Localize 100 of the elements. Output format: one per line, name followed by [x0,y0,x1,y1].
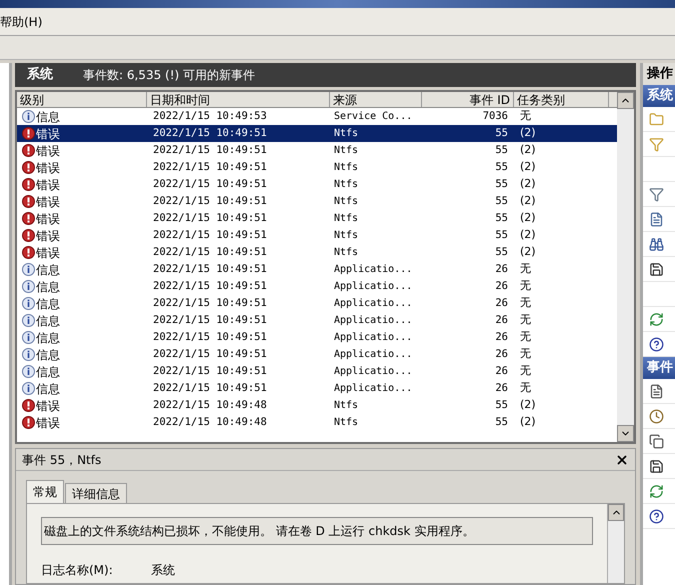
event-row[interactable]: 信息 2022/1/15 10:49:51 Applicatio... 26 无 [17,261,617,278]
category-cell-text: (2) [519,397,537,414]
event-row[interactable]: 信息 2022/1/15 10:49:51 Applicatio... 26 无 [17,363,617,380]
event-id-cell-text: 55 [494,126,509,141]
column-header[interactable]: 级别 [17,92,147,107]
category-cell-text: 无 [519,278,532,294]
error-icon [22,178,35,191]
event-row[interactable]: 错误 2022/1/15 10:49:51 Ntfs 55 (2) [17,193,617,210]
save-icon[interactable] [649,458,664,474]
refresh-icon[interactable] [649,312,664,326]
source-cell-text: Ntfs [333,229,360,243]
event-row[interactable]: 错误 2022/1/15 10:49:51 Ntfs 55 (2) [17,125,617,142]
event-row[interactable]: 信息 2022/1/15 10:49:51 Applicatio... 26 无 [17,329,617,346]
scrollbar[interactable] [607,504,624,583]
column-header[interactable]: 事件 ID [422,92,514,107]
event-id-cell-text: 55 [494,398,509,413]
tab[interactable]: 详细信息 [65,483,127,503]
category-cell-text: 无 [519,108,532,124]
source-cell-text: Applicatio... [333,297,414,311]
category-cell-text: (2) [519,193,537,210]
field-value: 系统 [151,562,175,579]
level-text: 信息 [36,278,60,296]
source-cell-text: Ntfs [333,127,360,141]
category-cell-text: (2) [519,125,537,142]
event-row[interactable]: 信息 2022/1/15 10:49:51 Applicatio... 26 无 [17,278,617,295]
datetime-cell-text: 2022/1/15 10:49:48 [152,398,268,413]
event-id-cell-text: 55 [494,210,509,226]
datetime-cell-text: 2022/1/15 10:49:51 [152,244,268,260]
section-header[interactable]: 系统 [643,85,675,107]
source-cell-text: Ntfs [333,195,360,209]
category-cell-text: (2) [519,210,537,226]
column-header[interactable]: 来源 [330,92,422,107]
document-icon[interactable] [649,384,664,398]
level-text: 错误 [36,126,60,142]
binoculars-icon[interactable] [649,236,664,252]
clock-icon[interactable] [649,408,664,424]
column-header[interactable]: 日期和时间 [147,92,330,107]
event-id-cell-text: 55 [494,194,509,209]
event-row[interactable]: 错误 2022/1/15 10:49:51 Ntfs 55 (2) [17,176,617,193]
close-icon[interactable] [615,452,629,466]
help-icon[interactable] [649,336,664,352]
event-row[interactable]: 错误 2022/1/15 10:49:51 Ntfs 55 (2) [17,142,617,159]
level-text: 信息 [36,108,60,126]
event-id-cell-text: 26 [494,278,509,294]
info-icon [22,110,35,123]
document-icon[interactable] [649,212,664,226]
source-cell-text: Service Co... [333,110,414,124]
message-box: 磁盘上的文件系统结构已损坏，不能使用。 请在卷 D 上运行 chkdsk 实用程序。 [41,517,593,545]
datetime-cell-text: 2022/1/15 10:49:51 [152,142,268,158]
level-text: 错误 [36,228,60,244]
scrollbar[interactable] [617,92,634,442]
event-row[interactable]: 错误 2022/1/15 10:49:48 Ntfs 55 (2) [17,397,617,414]
category-cell-text: (2) [519,227,537,244]
level-text: 信息 [36,312,60,330]
detail-title: 事件 55，Ntfs [22,452,102,468]
source-cell-text: Applicatio... [333,314,414,328]
event-row[interactable]: 信息 2022/1/15 10:49:51 Applicatio... 26 无 [17,346,617,363]
save-icon[interactable] [649,262,664,276]
event-row[interactable]: 错误 2022/1/15 10:49:51 Ntfs 55 (2) [17,227,617,244]
event-row[interactable]: 信息 2022/1/15 10:49:51 Applicatio... 26 无 [17,312,617,329]
event-id-cell-text: 55 [494,160,509,175]
event-row[interactable]: 错误 2022/1/15 10:49:48 Ntfs 55 (2) [17,414,617,431]
datetime-cell-text: 2022/1/15 10:49:51 [152,176,268,192]
section-header[interactable]: 事件 [643,357,675,379]
error-icon [22,416,35,429]
error-icon [22,212,35,225]
copy-icon[interactable] [649,434,664,448]
event-row[interactable]: 错误 2022/1/15 10:49:51 Ntfs 55 (2) [17,244,617,261]
actions-title: 操作 [643,63,675,85]
event-row[interactable]: 错误 2022/1/15 10:49:51 Ntfs 55 (2) [17,159,617,176]
datetime-cell-text: 2022/1/15 10:49:51 [152,194,268,209]
help-icon[interactable] [649,508,664,524]
log-title: 系统 [27,66,53,84]
event-id-cell-text: 26 [494,346,509,362]
menu-item[interactable]: 帮助(H) [0,12,42,30]
error-icon [22,229,35,242]
source-cell-text: Applicatio... [333,365,414,379]
event-row[interactable]: 错误 2022/1/15 10:49:51 Ntfs 55 (2) [17,210,617,227]
error-icon [22,161,35,174]
event-id-cell-text: 26 [494,296,509,311]
level-text: 信息 [36,262,60,278]
level-text: 信息 [36,346,60,364]
filter-icon[interactable] [649,186,664,202]
event-id-cell-text: 55 [494,142,509,158]
event-count: 事件数: 6,535 (!) 可用的新事件 [83,67,256,84]
category-cell-text: 无 [519,295,532,312]
column-header[interactable]: 任务类别 [514,92,609,107]
datetime-cell-text: 2022/1/15 10:49:48 [152,414,268,430]
refresh-icon[interactable] [649,484,664,498]
datetime-cell-text: 2022/1/15 10:49:51 [152,228,268,243]
source-cell-text: Ntfs [333,178,360,192]
event-row[interactable]: 信息 2022/1/15 10:49:51 Applicatio... 26 无 [17,380,617,397]
error-icon [22,127,35,140]
event-row[interactable]: 信息 2022/1/15 10:49:53 Service Co... 7036 无 [17,108,617,125]
source-cell-text: Applicatio... [333,280,414,294]
datetime-cell-text: 2022/1/15 10:49:51 [152,380,268,396]
info-icon [22,348,35,361]
event-row[interactable]: 信息 2022/1/15 10:49:51 Applicatio... 26 无 [17,295,617,312]
event-id-cell-text: 26 [494,380,509,396]
tab[interactable]: 常规 [26,480,64,503]
